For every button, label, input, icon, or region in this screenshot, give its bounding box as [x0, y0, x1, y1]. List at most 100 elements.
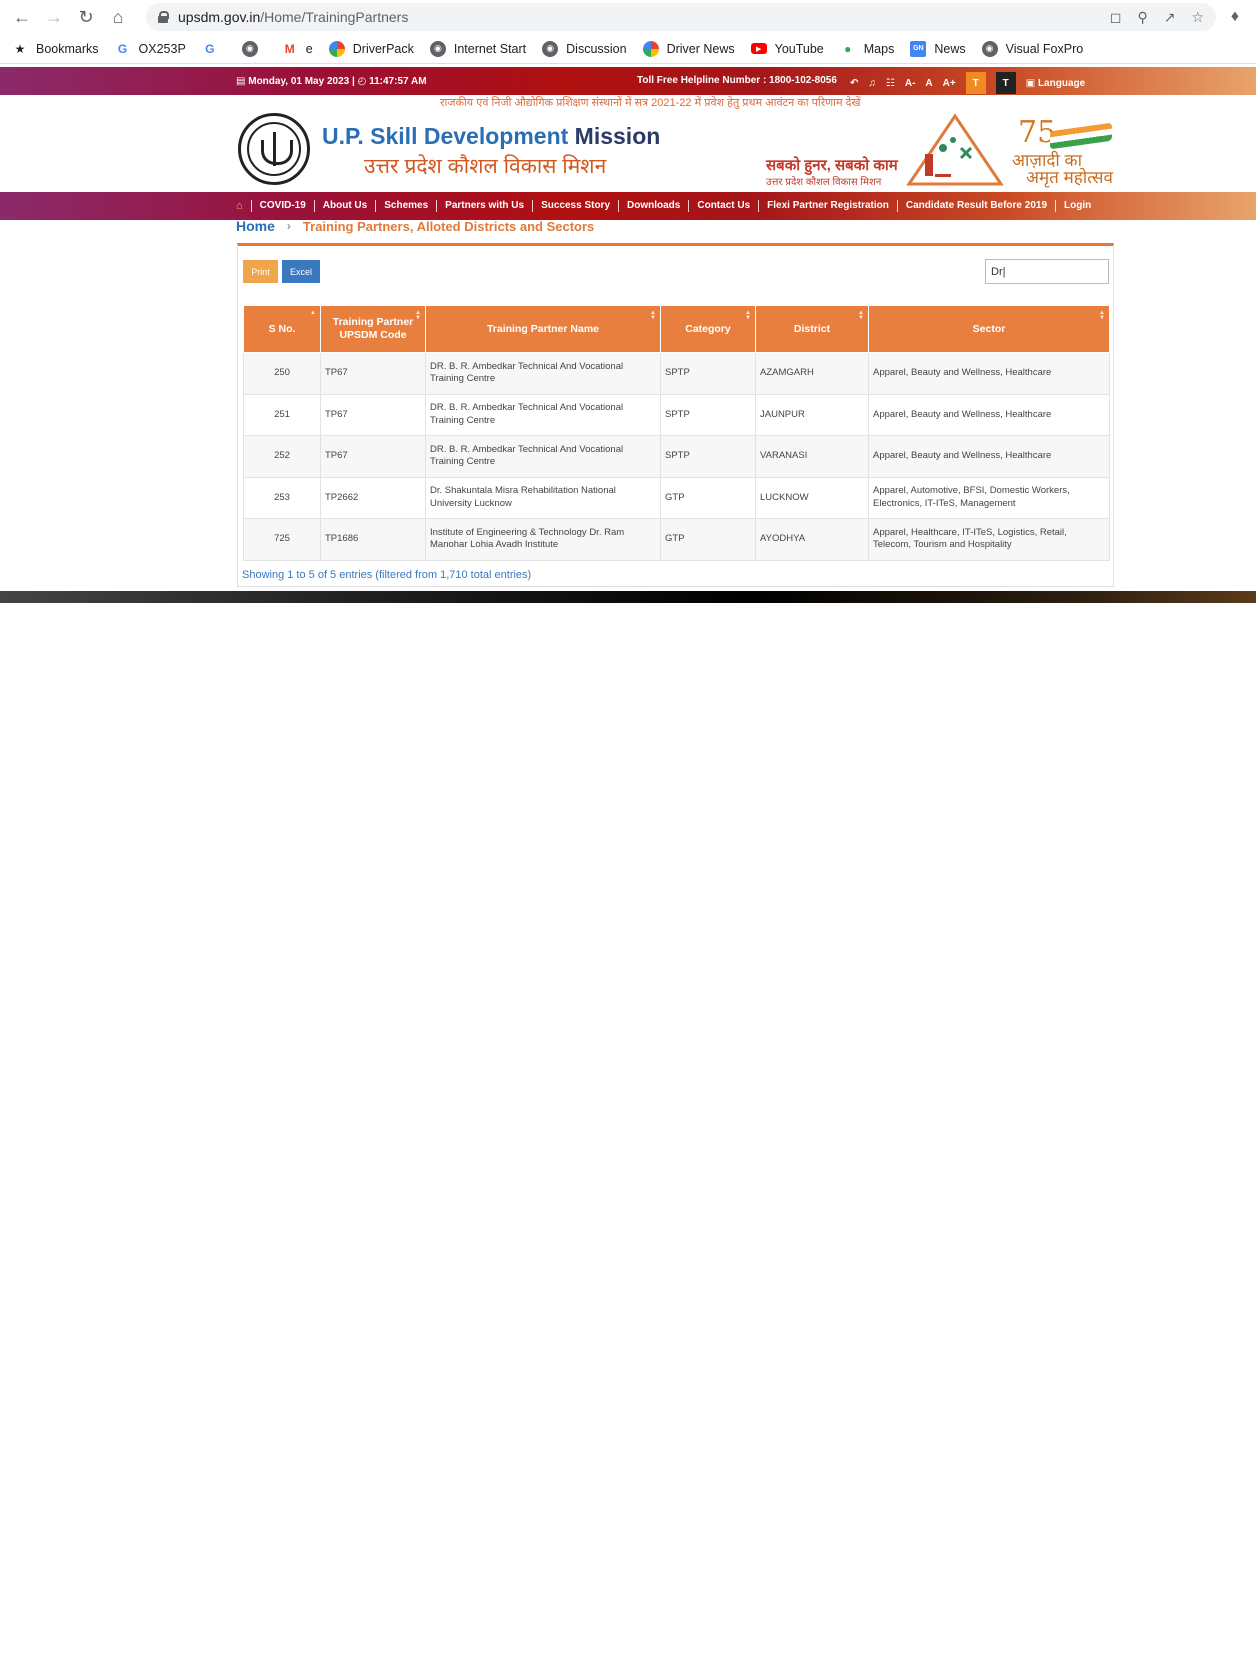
bookmark-item[interactable]: ● Maps — [840, 41, 894, 57]
bookmark-item[interactable]: DriverPack — [328, 40, 414, 57]
column-header[interactable]: Sector ▲ ▼ — [868, 305, 1110, 353]
cell-sector: Apparel, Automotive, BFSI, Domestic Work… — [868, 476, 1110, 519]
nav-contact-us[interactable]: Contact Us — [688, 200, 758, 212]
google-icon: G — [205, 41, 215, 56]
font-normal-button[interactable]: A — [925, 78, 932, 89]
sitemap-icon[interactable]: ☷ — [886, 78, 895, 89]
bookmark-item[interactable]: GN News — [910, 40, 966, 57]
cell-district: AYODHYA — [755, 518, 869, 561]
table-row: 250 TP67 DR. B. R. Ambedkar Technical An… — [243, 352, 1110, 395]
bookmark-item[interactable]: ▶ YouTube — [750, 42, 824, 56]
bookmark-item[interactable]: ◉ Internet Start — [429, 40, 526, 57]
flag-icon — [1050, 122, 1112, 150]
column-header[interactable]: Category ▲ ▼ — [660, 305, 756, 353]
skill-triangle-logo — [906, 113, 1004, 186]
nav-candidate-result[interactable]: Candidate Result Before 2019 — [896, 200, 1055, 212]
brand-title-english[interactable]: U.P. Skill Development Mission — [322, 123, 660, 150]
bookmark-item[interactable]: Driver News — [642, 40, 735, 57]
extensions-puzzle-icon[interactable]: ♦ — [1224, 8, 1246, 26]
nav-login[interactable]: Login — [1055, 200, 1099, 212]
clock-icon: ◴ — [357, 76, 367, 87]
speaker-icon[interactable]: ♫ — [868, 78, 876, 89]
address-bar[interactable]: upsdm.gov.in/Home/TrainingPartners ◻ ⚲ ↗… — [146, 3, 1216, 31]
cell-sector: Apparel, Healthcare, IT-ITeS, Logistics,… — [868, 518, 1110, 561]
search-input[interactable] — [985, 259, 1109, 284]
bookmarks-bar: ★ Bookmarks G OX253P G ◉ Me DriverPack ◉ In… — [0, 34, 1256, 64]
up-government-emblem — [238, 113, 310, 185]
youtube-icon: ▶ — [750, 43, 767, 54]
star-icon: ★ — [14, 41, 26, 56]
print-button[interactable]: Print — [243, 260, 278, 283]
nav-schemes[interactable]: Schemes — [375, 200, 436, 212]
bookmark-star-icon[interactable]: ☆ — [1191, 9, 1204, 26]
main-nav: ⌂ COVID-19 About Us Schemes Partners wit… — [0, 192, 1256, 220]
nav-partners[interactable]: Partners with Us — [436, 200, 532, 212]
reload-icon[interactable]: ↻ — [74, 5, 98, 29]
column-header[interactable]: District ▲ ▼ — [755, 305, 869, 353]
lock-icon[interactable] — [158, 11, 169, 23]
cell-category: GTP — [660, 476, 756, 519]
back-arrow-icon[interactable]: ← — [10, 5, 34, 29]
cell-sno: 725 — [243, 518, 321, 561]
font-decrease-button[interactable]: A- — [905, 78, 916, 89]
bookmark-item[interactable]: ◉ Discussion — [542, 40, 627, 57]
nav-flexi-partner[interactable]: Flexi Partner Registration — [758, 200, 897, 212]
sort-icon: ▲ ▼ — [1099, 310, 1105, 321]
language-button[interactable]: ▣ Language — [1026, 78, 1085, 89]
breadcrumb-home[interactable]: Home — [236, 218, 275, 234]
calendar-icon: ▤ — [236, 76, 246, 87]
translate-icon[interactable]: ◻ — [1110, 9, 1122, 26]
url-path: /Home/TrainingPartners — [260, 9, 409, 25]
nav-covid[interactable]: COVID-19 — [250, 200, 314, 212]
table-row: 253 TP2662 Dr. Shakuntala Misra Rehabili… — [243, 476, 1110, 519]
nav-success-story[interactable]: Success Story — [532, 200, 618, 212]
bookmark-item[interactable]: G — [202, 41, 226, 57]
font-increase-button[interactable]: A+ — [943, 78, 956, 89]
share-icon[interactable]: ↗ — [1164, 9, 1176, 26]
bookmark-item[interactable]: ◉ Visual FoxPro — [981, 40, 1083, 57]
column-header[interactable]: Training Partner UPSDM Code ▲ ▼ — [320, 305, 426, 353]
cell-code: TP1686 — [320, 518, 426, 561]
driverpack-icon — [642, 40, 659, 57]
language-icon: ▣ — [1025, 77, 1036, 89]
bookmark-item[interactable]: ★ Bookmarks — [12, 41, 99, 57]
table-header-row: S No. ▲ Training Partner UPSDM Code ▲ ▼ Tra… — [243, 305, 1110, 353]
cell-name: DR. B. R. Ambedkar Technical And Vocatio… — [425, 352, 661, 395]
cell-category: SPTP — [660, 435, 756, 478]
column-header[interactable]: S No. ▲ — [243, 305, 321, 353]
date-time: ▤ Monday, 01 May 2023 | ◴ 11:47:57 AM — [236, 76, 427, 87]
cell-name: Institute of Engineering & Technology Dr… — [425, 518, 661, 561]
nav-about-us[interactable]: About Us — [313, 200, 375, 212]
announcement-marquee[interactable]: राजकीय एवं निजी औद्योगिक प्रशिक्षण संस्थ… — [440, 95, 861, 110]
globe-icon: ◉ — [429, 40, 446, 57]
sort-icon: ▲ ▼ — [415, 310, 421, 321]
cell-sno: 252 — [243, 435, 321, 478]
home-icon[interactable]: ⌂ — [236, 200, 243, 212]
theme-light-button[interactable]: T — [965, 72, 986, 94]
breadcrumb-current: Training Partners, Alloted Districts and… — [302, 218, 595, 234]
bookmark-item[interactable]: ◉ — [241, 40, 266, 57]
sort-icon: ▲ ▼ — [650, 310, 656, 321]
bookmark-item[interactable]: Me — [282, 41, 313, 57]
home-icon[interactable]: ⌂ — [106, 5, 130, 29]
google-news-icon: GN — [910, 40, 927, 57]
cell-code: TP67 — [320, 393, 426, 436]
theme-dark-button[interactable]: T — [995, 72, 1016, 94]
cell-category: GTP — [660, 518, 756, 561]
bookmark-item[interactable]: G OX253P — [115, 41, 186, 57]
forward-arrow-icon[interactable]: → — [42, 5, 66, 29]
cell-code: TP67 — [320, 435, 426, 478]
breadcrumb: Home › Training Partners, Alloted Distri… — [236, 218, 594, 234]
zoom-icon[interactable]: ⚲ — [1137, 9, 1147, 26]
excel-button[interactable]: Excel — [282, 260, 320, 283]
cell-sno: 253 — [243, 476, 321, 519]
column-header[interactable]: Training Partner Name ▲ ▼ — [425, 305, 661, 353]
cell-district: AZAMGARH — [755, 352, 869, 395]
skip-back-icon[interactable]: ↶ — [850, 78, 858, 89]
cell-name: Dr. Shakuntala Misra Rehabilitation Nati… — [425, 476, 661, 519]
globe-icon: ◉ — [981, 40, 998, 57]
cell-sector: Apparel, Beauty and Wellness, Healthcare — [868, 393, 1110, 436]
footer-strip — [0, 591, 1256, 603]
nav-downloads[interactable]: Downloads — [618, 200, 688, 212]
cell-sno: 251 — [243, 393, 321, 436]
